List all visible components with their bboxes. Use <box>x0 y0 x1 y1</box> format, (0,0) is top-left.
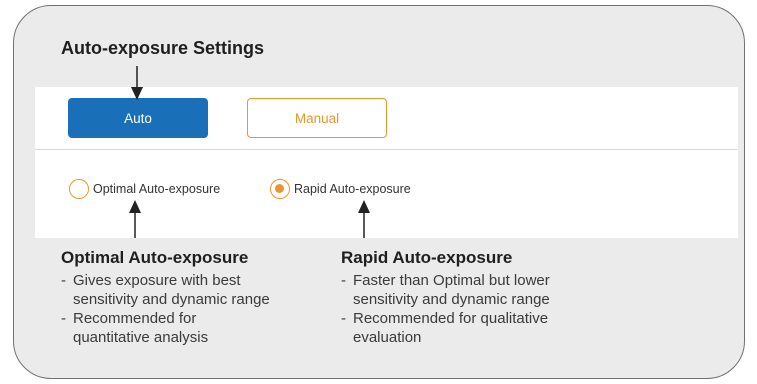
optimal-description: Optimal Auto-exposure - Gives exposure wi… <box>61 248 270 347</box>
arrow-up-icon <box>129 200 141 238</box>
rapid-point-2: - Recommended for qualitative evaluation <box>341 310 549 346</box>
arrow-down-icon <box>131 66 143 100</box>
optimal-point-1: - Gives exposure with best sensitivity an… <box>61 272 270 308</box>
optimal-point-2: - Recommended for quantitative analysis <box>61 310 209 346</box>
rapid-description: Rapid Auto-exposure - Faster than Optimal… <box>341 248 550 347</box>
optimal-description-title: Optimal Auto-exposure <box>61 248 249 267</box>
rapid-description-title: Rapid Auto-exposure <box>341 248 513 267</box>
rapid-point-1: - Faster than Optimal but lower sensitivi… <box>341 272 550 308</box>
arrow-up-icon <box>358 200 370 238</box>
